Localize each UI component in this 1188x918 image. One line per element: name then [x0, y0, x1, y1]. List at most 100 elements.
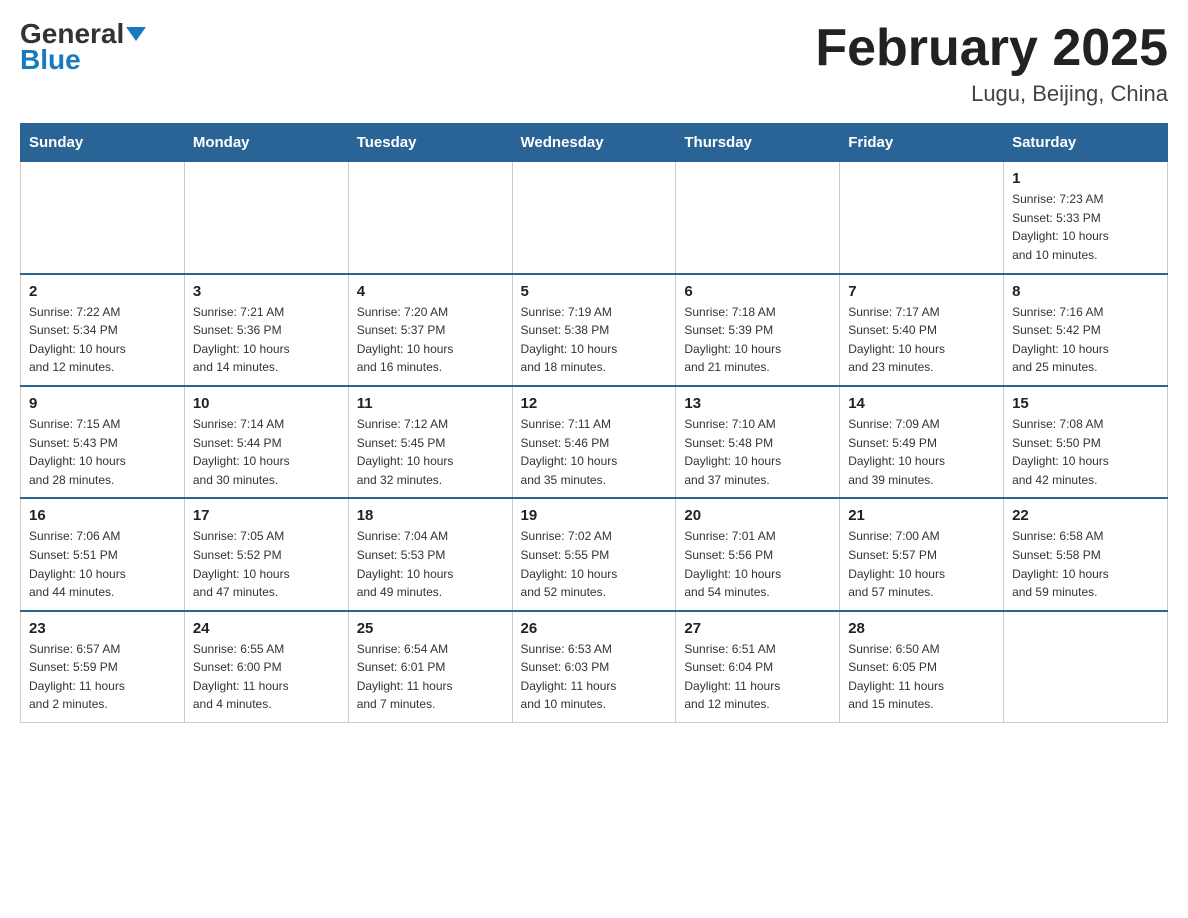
month-title: February 2025: [815, 20, 1168, 77]
calendar-cell: 12 Sunrise: 7:11 AM Sunset: 5:46 PM Dayli…: [512, 386, 676, 498]
day-number: 9: [29, 395, 176, 412]
day-info: Sunrise: 6:57 AM Sunset: 5:59 PM Dayligh…: [29, 640, 176, 714]
day-info: Sunrise: 6:58 AM Sunset: 5:58 PM Dayligh…: [1012, 527, 1159, 601]
title-block: February 2025 Lugu, Beijing, China: [815, 20, 1168, 107]
calendar-cell: 25 Sunrise: 6:54 AM Sunset: 6:01 PM Dayli…: [348, 611, 512, 723]
day-number: 17: [193, 507, 340, 524]
calendar-cell: 21Sunrise: 7:00 AM Sunset: 5:57 PM Dayli…: [840, 498, 1004, 610]
day-number: 22: [1012, 507, 1159, 524]
day-info: Sunrise: 7:04 AM Sunset: 5:53 PM Dayligh…: [357, 527, 504, 601]
day-number: 11: [357, 395, 504, 412]
weekday-header-sunday: Sunday: [21, 124, 185, 162]
calendar-cell: 10 Sunrise: 7:14 AM Sunset: 5:44 PM Dayli…: [184, 386, 348, 498]
calendar-cell: [21, 162, 185, 274]
calendar-cell: 7 Sunrise: 7:17 AM Sunset: 5:40 PM Daylig…: [840, 274, 1004, 386]
day-info: Sunrise: 7:06 AM Sunset: 5:51 PM Dayligh…: [29, 527, 176, 601]
day-number: 14: [848, 395, 995, 412]
day-number: 26: [521, 620, 668, 637]
calendar-cell: 18 Sunrise: 7:04 AM Sunset: 5:53 PM Dayli…: [348, 498, 512, 610]
calendar-cell: 24 Sunrise: 6:55 AM Sunset: 6:00 PM Dayli…: [184, 611, 348, 723]
weekday-header-saturday: Saturday: [1004, 124, 1168, 162]
day-info: Sunrise: 7:20 AM Sunset: 5:37 PM Dayligh…: [357, 303, 504, 377]
weekday-header-wednesday: Wednesday: [512, 124, 676, 162]
week-row-5: 23 Sunrise: 6:57 AM Sunset: 5:59 PM Dayli…: [21, 611, 1168, 723]
day-number: 27: [684, 620, 831, 637]
day-info: Sunrise: 7:10 AM Sunset: 5:48 PM Dayligh…: [684, 415, 831, 489]
week-row-4: 16Sunrise: 7:06 AM Sunset: 5:51 PM Dayli…: [21, 498, 1168, 610]
day-number: 10: [193, 395, 340, 412]
calendar-cell: [1004, 611, 1168, 723]
day-info: Sunrise: 7:01 AM Sunset: 5:56 PM Dayligh…: [684, 527, 831, 601]
calendar-cell: 4 Sunrise: 7:20 AM Sunset: 5:37 PM Daylig…: [348, 274, 512, 386]
day-number: 8: [1012, 283, 1159, 300]
calendar-table: SundayMondayTuesdayWednesdayThursdayFrid…: [20, 123, 1168, 723]
weekday-header-thursday: Thursday: [676, 124, 840, 162]
day-number: 4: [357, 283, 504, 300]
day-info: Sunrise: 7:09 AM Sunset: 5:49 PM Dayligh…: [848, 415, 995, 489]
week-row-1: 1Sunrise: 7:23 AM Sunset: 5:33 PM Daylig…: [21, 162, 1168, 274]
week-row-2: 2 Sunrise: 7:22 AM Sunset: 5:34 PM Daylig…: [21, 274, 1168, 386]
day-number: 15: [1012, 395, 1159, 412]
weekday-header-tuesday: Tuesday: [348, 124, 512, 162]
calendar-cell: 13 Sunrise: 7:10 AM Sunset: 5:48 PM Dayli…: [676, 386, 840, 498]
calendar-cell: [512, 162, 676, 274]
day-number: 6: [684, 283, 831, 300]
calendar-cell: 26Sunrise: 6:53 AM Sunset: 6:03 PM Dayli…: [512, 611, 676, 723]
day-info: Sunrise: 7:22 AM Sunset: 5:34 PM Dayligh…: [29, 303, 176, 377]
calendar-cell: 23 Sunrise: 6:57 AM Sunset: 5:59 PM Dayli…: [21, 611, 185, 723]
week-row-3: 9 Sunrise: 7:15 AM Sunset: 5:43 PM Daylig…: [21, 386, 1168, 498]
weekday-header-friday: Friday: [840, 124, 1004, 162]
calendar-cell: 20 Sunrise: 7:01 AM Sunset: 5:56 PM Dayli…: [676, 498, 840, 610]
day-number: 13: [684, 395, 831, 412]
day-info: Sunrise: 7:08 AM Sunset: 5:50 PM Dayligh…: [1012, 415, 1159, 489]
day-number: 20: [684, 507, 831, 524]
calendar-cell: 5Sunrise: 7:19 AM Sunset: 5:38 PM Daylig…: [512, 274, 676, 386]
calendar-cell: [348, 162, 512, 274]
calendar-cell: 22 Sunrise: 6:58 AM Sunset: 5:58 PM Dayli…: [1004, 498, 1168, 610]
day-number: 23: [29, 620, 176, 637]
day-info: Sunrise: 7:02 AM Sunset: 5:55 PM Dayligh…: [521, 527, 668, 601]
day-info: Sunrise: 7:18 AM Sunset: 5:39 PM Dayligh…: [684, 303, 831, 377]
day-info: Sunrise: 7:00 AM Sunset: 5:57 PM Dayligh…: [848, 527, 995, 601]
day-info: Sunrise: 7:12 AM Sunset: 5:45 PM Dayligh…: [357, 415, 504, 489]
calendar-cell: [184, 162, 348, 274]
day-info: Sunrise: 7:05 AM Sunset: 5:52 PM Dayligh…: [193, 527, 340, 601]
calendar-cell: 19Sunrise: 7:02 AM Sunset: 5:55 PM Dayli…: [512, 498, 676, 610]
calendar-cell: 1Sunrise: 7:23 AM Sunset: 5:33 PM Daylig…: [1004, 162, 1168, 274]
day-number: 2: [29, 283, 176, 300]
calendar-cell: 16Sunrise: 7:06 AM Sunset: 5:51 PM Dayli…: [21, 498, 185, 610]
calendar-cell: 17 Sunrise: 7:05 AM Sunset: 5:52 PM Dayli…: [184, 498, 348, 610]
calendar-cell: 2 Sunrise: 7:22 AM Sunset: 5:34 PM Daylig…: [21, 274, 185, 386]
day-info: Sunrise: 6:55 AM Sunset: 6:00 PM Dayligh…: [193, 640, 340, 714]
calendar-cell: 14 Sunrise: 7:09 AM Sunset: 5:49 PM Dayli…: [840, 386, 1004, 498]
logo-arrow-icon: [126, 27, 146, 41]
day-info: Sunrise: 6:51 AM Sunset: 6:04 PM Dayligh…: [684, 640, 831, 714]
calendar-cell: 15 Sunrise: 7:08 AM Sunset: 5:50 PM Dayli…: [1004, 386, 1168, 498]
calendar-cell: 27 Sunrise: 6:51 AM Sunset: 6:04 PM Dayli…: [676, 611, 840, 723]
day-info: Sunrise: 7:19 AM Sunset: 5:38 PM Dayligh…: [521, 303, 668, 377]
weekday-header-monday: Monday: [184, 124, 348, 162]
calendar-cell: 9 Sunrise: 7:15 AM Sunset: 5:43 PM Daylig…: [21, 386, 185, 498]
page-header: General Blue February 2025 Lugu, Beijing…: [20, 20, 1168, 107]
calendar-cell: [676, 162, 840, 274]
day-number: 3: [193, 283, 340, 300]
logo: General Blue: [20, 20, 146, 76]
location: Lugu, Beijing, China: [815, 81, 1168, 107]
day-info: Sunrise: 6:54 AM Sunset: 6:01 PM Dayligh…: [357, 640, 504, 714]
day-number: 12: [521, 395, 668, 412]
day-number: 18: [357, 507, 504, 524]
day-number: 25: [357, 620, 504, 637]
day-info: Sunrise: 6:50 AM Sunset: 6:05 PM Dayligh…: [848, 640, 995, 714]
calendar-cell: [840, 162, 1004, 274]
calendar-cell: 8 Sunrise: 7:16 AM Sunset: 5:42 PM Daylig…: [1004, 274, 1168, 386]
day-number: 24: [193, 620, 340, 637]
day-info: Sunrise: 7:17 AM Sunset: 5:40 PM Dayligh…: [848, 303, 995, 377]
day-info: Sunrise: 7:16 AM Sunset: 5:42 PM Dayligh…: [1012, 303, 1159, 377]
calendar-cell: 11 Sunrise: 7:12 AM Sunset: 5:45 PM Dayli…: [348, 386, 512, 498]
day-info: Sunrise: 7:14 AM Sunset: 5:44 PM Dayligh…: [193, 415, 340, 489]
day-number: 7: [848, 283, 995, 300]
calendar-cell: 6 Sunrise: 7:18 AM Sunset: 5:39 PM Daylig…: [676, 274, 840, 386]
day-info: Sunrise: 7:11 AM Sunset: 5:46 PM Dayligh…: [521, 415, 668, 489]
day-info: Sunrise: 7:15 AM Sunset: 5:43 PM Dayligh…: [29, 415, 176, 489]
day-info: Sunrise: 7:23 AM Sunset: 5:33 PM Dayligh…: [1012, 190, 1159, 264]
